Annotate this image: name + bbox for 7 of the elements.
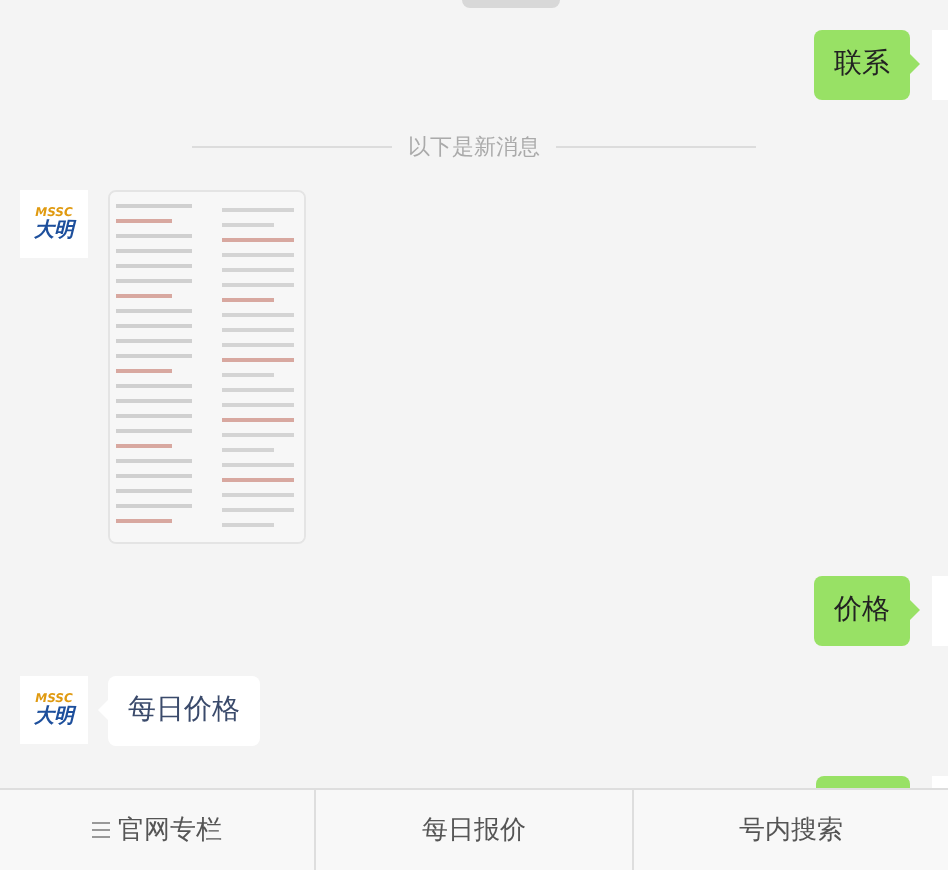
menu-icon bbox=[92, 822, 111, 838]
logo-text: 大明 bbox=[34, 220, 74, 242]
menu-tab[interactable]: 每日报价 bbox=[314, 790, 632, 870]
logo-text: 大明 bbox=[34, 706, 74, 728]
menu-tab[interactable]: 官网专栏 bbox=[0, 790, 315, 870]
menu-tab[interactable]: 号内搜索 bbox=[631, 790, 948, 870]
new-messages-divider: 以下是新消息 bbox=[408, 132, 540, 162]
